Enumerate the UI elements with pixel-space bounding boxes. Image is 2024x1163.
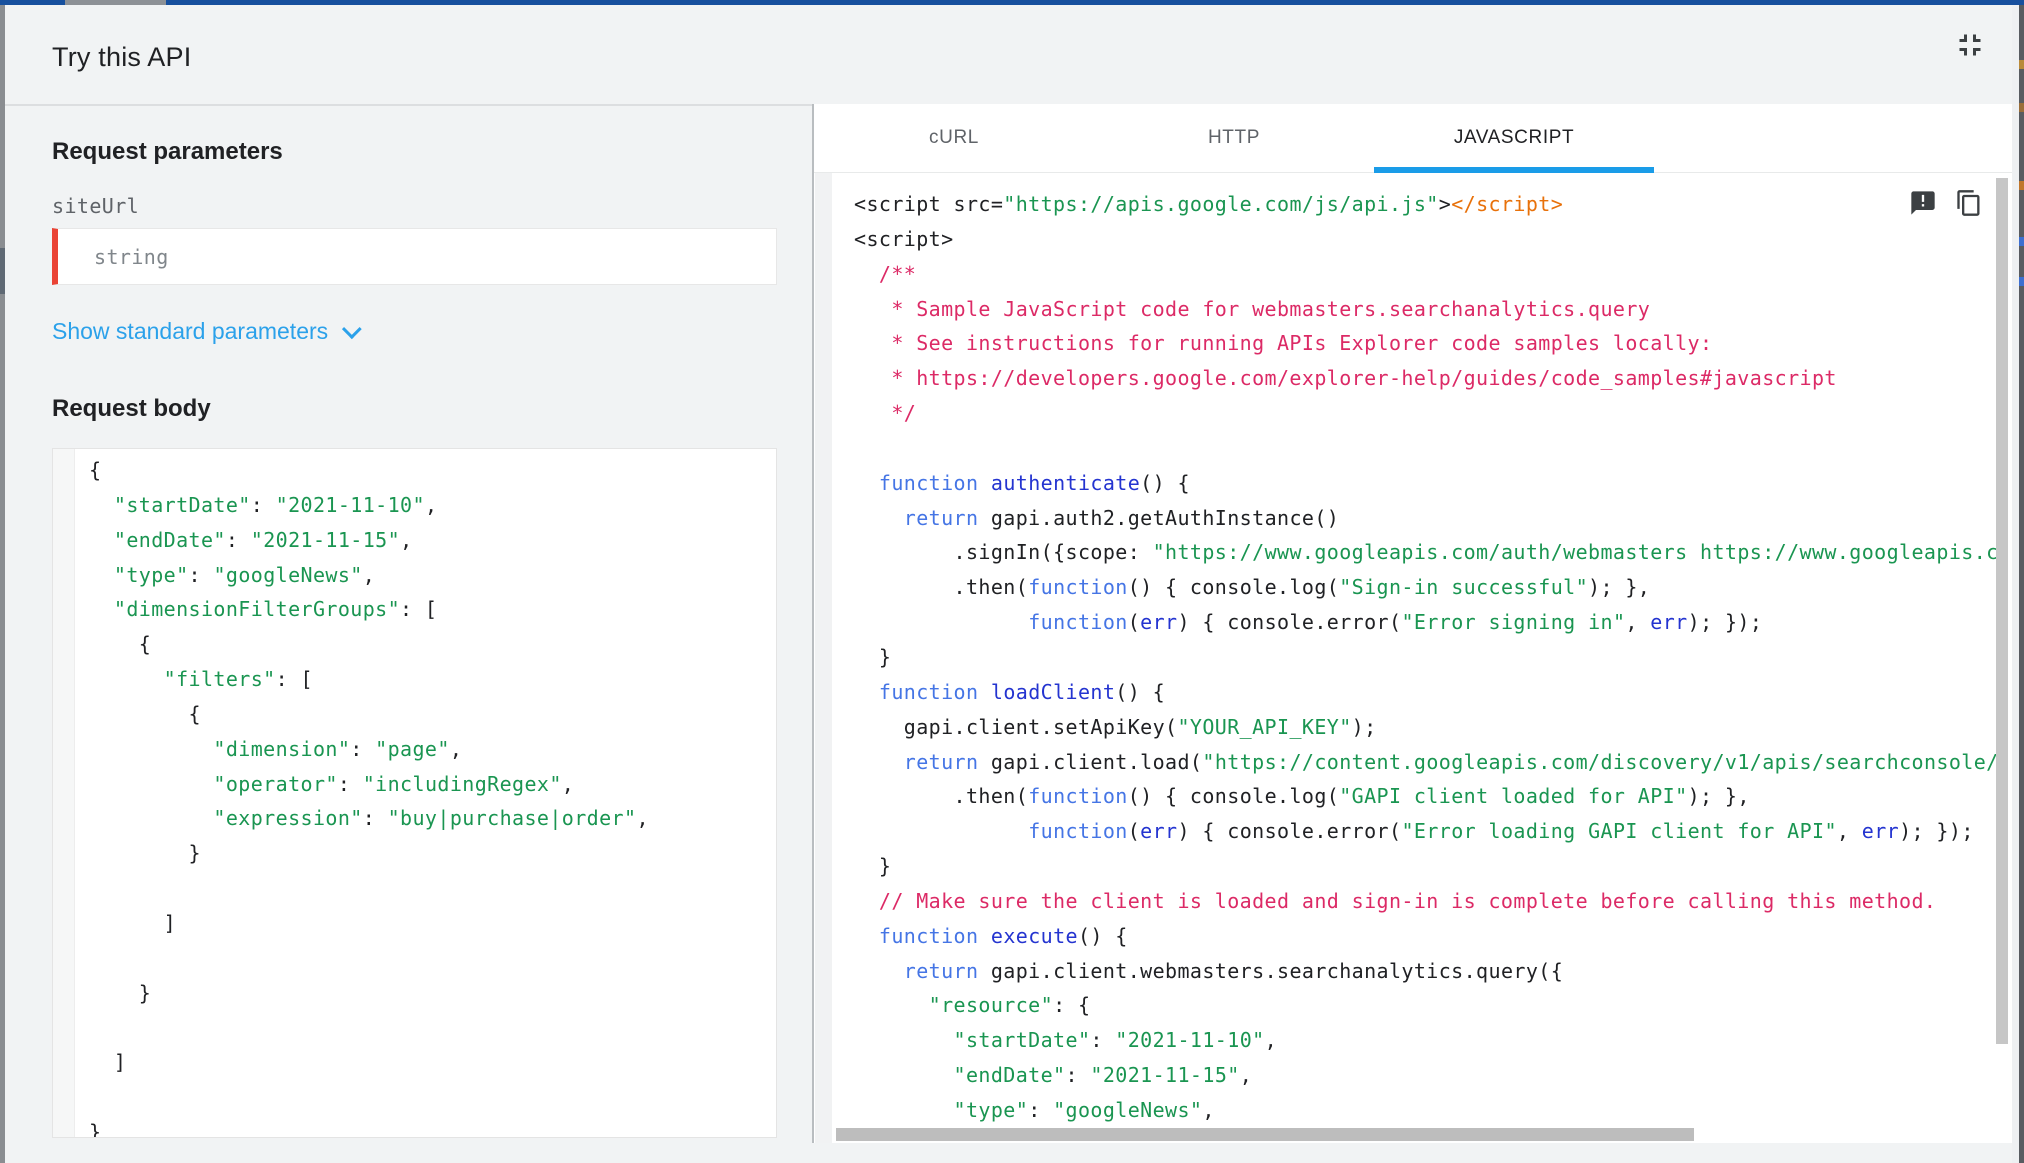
code-line: "operator": "includingRegex",: [213, 771, 575, 796]
background-text-fragment: [2019, 181, 2024, 190]
code-line: <script src="https://apis.google.com/js/…: [854, 192, 1564, 216]
code-line: ▾ "dimensionFilterGroups": [: [113, 597, 438, 622]
show-standard-parameters-link[interactable]: Show standard parameters: [52, 318, 362, 345]
code-line: return gapi.auth2.getAuthInstance(): [903, 505, 1340, 530]
request-parameters-heading: Request parameters: [52, 138, 283, 165]
code-line: ]: [89, 1050, 127, 1075]
page-right-scroll-edge: [2019, 5, 2024, 1163]
code-line: ▾ {: [89, 632, 152, 657]
code-line: ▾{: [89, 458, 102, 482]
code-line: ▾ return gapi.client.webmasters.searchan…: [903, 958, 1564, 983]
vertical-scrollbar-thumb[interactable]: [1996, 178, 2008, 1044]
tab-http[interactable]: HTTP: [1094, 104, 1374, 172]
code-line: ]: [89, 910, 177, 935]
code-line: }: [89, 980, 152, 1005]
page-left-edge-segment: [0, 248, 5, 294]
code-line: "type": "googleNews",: [953, 1097, 1215, 1122]
code-tabbar: cURL HTTP JAVASCRIPT: [814, 104, 2012, 173]
feedback-icon[interactable]: [1908, 189, 1938, 219]
code-line: .then(function() { console.log("GAPI cli…: [854, 784, 1750, 809]
code-line: * Sample JavaScript code for webmasters.…: [854, 296, 1651, 321]
copy-icon[interactable]: [1954, 189, 1984, 219]
javascript-code-viewer[interactable]: <script src="https://apis.google.com/js/…: [814, 173, 2012, 1143]
code-line: }: [854, 644, 892, 669]
siteurl-label: siteUrl: [52, 194, 140, 218]
code-line: }: [89, 841, 201, 866]
code-line: .signIn({scope: "https://www.googleapis.…: [854, 540, 1996, 565]
code-vertical-scrollbar[interactable]: [1996, 178, 2008, 1143]
code-line: ▾ {: [89, 701, 201, 726]
page-left-edge: [0, 5, 5, 1163]
code-line: "dimension": "page",: [213, 736, 463, 761]
background-text-fragment: [2019, 60, 2024, 69]
tab-javascript[interactable]: JAVASCRIPT: [1374, 104, 1654, 173]
code-line: }: [854, 854, 892, 879]
code-line: */: [854, 401, 917, 426]
code-line: ▾ "filters": [: [163, 667, 313, 692]
code-line: }: [89, 1120, 102, 1137]
editor-fold-gutter: [53, 449, 75, 1137]
code-line: "endDate": "2021-11-15",: [953, 1063, 1253, 1088]
background-text-fragment: [2019, 277, 2024, 286]
code-line: "expression": "buy|purchase|order",: [213, 806, 649, 831]
code-line: .then(function() { console.log("Sign-in …: [854, 575, 1651, 600]
code-horizontal-scrollbar[interactable]: [814, 1128, 2012, 1141]
request-body-heading: Request body: [52, 395, 211, 422]
code-line: <script>: [854, 226, 954, 251]
page-top-accent-bar: [0, 0, 2024, 5]
javascript-code: <script src="https://apis.google.com/js/…: [854, 187, 1996, 1143]
request-body-editor[interactable]: ▾{ "startDate": "2021-11-10", "endDate":…: [52, 448, 777, 1138]
try-this-api-dialog: Try this API Request parameters siteUrl …: [0, 0, 2024, 1163]
page-right-edge: [2012, 5, 2019, 1163]
code-line: gapi.client.setApiKey("YOUR_API_KEY");: [854, 714, 1377, 739]
code-line: "type": "googleNews",: [113, 562, 376, 587]
code-line: // Make sure the client is loaded and si…: [854, 888, 1937, 913]
show-standard-parameters-label: Show standard parameters: [52, 318, 329, 344]
background-text-fragment: [2019, 237, 2024, 246]
background-text-fragment: [2019, 103, 2024, 112]
code-sample-panel: cURL HTTP JAVASCRIPT <script src="https:…: [812, 104, 2012, 1143]
code-line: * https://developers.google.com/explorer…: [854, 366, 1837, 391]
dialog-title: Try this API: [52, 42, 192, 72]
code-line: "endDate": "2021-11-15",: [113, 527, 413, 552]
code-line: ▾ /**: [854, 261, 917, 286]
code-line: function(err) { console.error("Error sig…: [1028, 610, 1763, 635]
code-line: function(err) { console.error("Error loa…: [1028, 819, 1974, 844]
code-line: * See instructions for running APIs Expl…: [854, 331, 1713, 356]
tab-curl[interactable]: cURL: [814, 104, 1094, 172]
code-line: ▾ function loadClient() {: [878, 679, 1166, 704]
code-line: return gapi.client.load("https://content…: [903, 749, 1996, 774]
page-top-bar-notch: [65, 0, 166, 5]
code-line: ▾ function authenticate() {: [878, 470, 1190, 495]
code-line: ▾ function execute() {: [878, 923, 1128, 948]
siteurl-input[interactable]: [58, 229, 776, 284]
code-line: ▾ "resource": {: [928, 993, 1091, 1018]
siteurl-input-container: [52, 228, 777, 285]
code-line: "startDate": "2021-11-10",: [113, 492, 438, 517]
horizontal-scrollbar-thumb[interactable]: [836, 1128, 1694, 1141]
code-fold-gutter: [815, 173, 832, 1143]
request-body-code[interactable]: ▾{ "startDate": "2021-11-10", "endDate":…: [89, 453, 776, 1137]
fullscreen-exit-icon[interactable]: [1948, 24, 1992, 68]
code-line: "startDate": "2021-11-10",: [953, 1028, 1278, 1053]
